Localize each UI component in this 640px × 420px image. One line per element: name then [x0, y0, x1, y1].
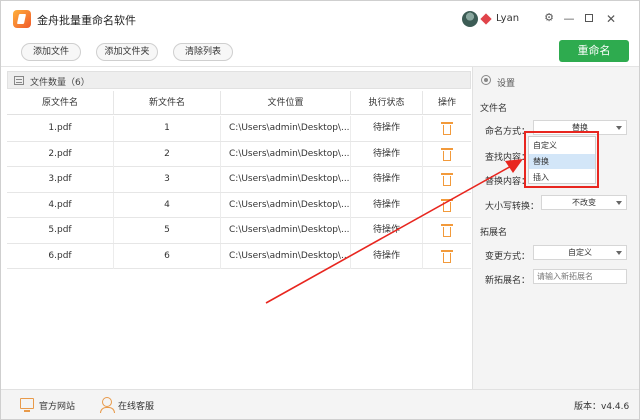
chevron-down-icon	[616, 126, 622, 130]
cell-status: 待操作	[351, 192, 423, 218]
cell-location: C:\Users\admin\Desktop\...	[221, 243, 351, 269]
title-bar: 金舟批量重命名软件 Lyan ⚙ — ✕	[1, 1, 639, 37]
online-service-link[interactable]: 在线客服	[118, 399, 154, 412]
file-list-header: 文件数量（6）	[7, 71, 471, 89]
settings-header: 设置	[473, 71, 640, 91]
username[interactable]: Lyan	[496, 13, 519, 24]
clear-list-button[interactable]: 清除列表	[173, 43, 233, 61]
settings-panel: 设置 文件名 命名方式： 替换 查找内容： 替换内容： 大小写转换： 不改变 拓…	[472, 67, 639, 389]
new-extension-input[interactable]	[533, 269, 627, 284]
trash-icon[interactable]	[441, 147, 453, 161]
trash-icon[interactable]	[441, 249, 453, 263]
cell-status: 待操作	[351, 243, 423, 269]
case-conversion-label: 大小写转换：	[485, 202, 540, 212]
table-header: 原文件名 新文件名 文件位置 执行状态 操作	[7, 91, 471, 115]
user-avatar[interactable]	[462, 11, 478, 27]
minimize-button[interactable]: —	[562, 12, 576, 25]
cell-location: C:\Users\admin\Desktop\...	[221, 116, 351, 141]
cell-action	[423, 167, 471, 192]
cell-original-name: 3.pdf	[7, 167, 114, 192]
cell-new-name: 1	[114, 116, 221, 141]
chevron-down-icon	[616, 251, 622, 255]
cell-original-name: 4.pdf	[7, 192, 114, 218]
change-method-value: 自定义	[568, 248, 592, 257]
cell-action	[423, 244, 471, 269]
cell-original-name: 5.pdf	[7, 218, 114, 243]
table-row[interactable]: 2.pdf 2 C:\Users\admin\Desktop\... 待操作	[7, 141, 471, 167]
status-bar: 官方网站 在线客服 版本：v4.4.6	[1, 389, 639, 419]
vip-icon	[480, 13, 492, 25]
table-row[interactable]: 5.pdf 5 C:\Users\admin\Desktop\... 待操作	[7, 218, 471, 244]
trash-icon[interactable]	[441, 122, 453, 135]
table-row[interactable]: 6.pdf 6 C:\Users\admin\Desktop\... 待操作	[7, 243, 471, 269]
file-count: 文件数量（6）	[30, 78, 90, 88]
rename-button[interactable]: 重命名	[559, 40, 629, 62]
trash-icon[interactable]	[441, 173, 453, 186]
column-new-name: 新文件名	[114, 91, 221, 115]
cell-action	[423, 218, 471, 243]
official-website-link[interactable]: 官方网站	[39, 399, 75, 412]
cell-new-name: 3	[114, 167, 221, 192]
column-status: 执行状态	[351, 91, 423, 115]
maximize-icon	[585, 14, 593, 22]
cell-location: C:\Users\admin\Desktop\...	[221, 192, 351, 218]
add-file-button[interactable]: 添加文件	[21, 43, 81, 61]
annotation-highlight-box	[524, 131, 599, 188]
file-list-panel: 文件数量（6） 原文件名 新文件名 文件位置 执行状态 操作 1.pdf 1 C…	[7, 71, 471, 389]
cell-original-name: 1.pdf	[7, 116, 114, 141]
website-icon	[20, 398, 34, 412]
settings-icon	[481, 75, 491, 85]
change-method-select[interactable]: 自定义	[533, 245, 627, 260]
cell-action	[423, 193, 471, 218]
cell-action	[423, 116, 471, 141]
table-row[interactable]: 1.pdf 1 C:\Users\admin\Desktop\... 待操作	[7, 116, 471, 142]
section-filename: 文件名	[480, 104, 508, 114]
cell-location: C:\Users\admin\Desktop\...	[221, 141, 351, 167]
trash-icon[interactable]	[441, 224, 453, 237]
version-label: 版本：v4.4.6	[574, 402, 630, 412]
chevron-down-icon	[616, 201, 622, 205]
table-row[interactable]: 4.pdf 4 C:\Users\admin\Desktop\... 待操作	[7, 192, 471, 218]
add-folder-button[interactable]: 添加文件夹	[96, 43, 158, 61]
case-conversion-select[interactable]: 不改变	[541, 195, 627, 210]
cell-original-name: 6.pdf	[7, 243, 114, 269]
column-action: 操作	[437, 98, 456, 108]
section-extension: 拓展名	[480, 228, 508, 238]
cell-status: 待操作	[351, 116, 423, 141]
app-title: 金舟批量重命名软件	[37, 14, 136, 27]
cell-new-name: 4	[114, 192, 221, 218]
maximize-button[interactable]	[582, 12, 596, 25]
cell-location: C:\Users\admin\Desktop\...	[221, 218, 351, 243]
app-window: 金舟批量重命名软件 Lyan ⚙ — ✕ 添加文件 添加文件夹 清除列表 重命名…	[0, 0, 640, 420]
case-conversion-value: 不改变	[572, 198, 596, 207]
cell-action	[423, 142, 471, 167]
toolbar: 添加文件 添加文件夹 清除列表 重命名	[1, 37, 639, 67]
cell-new-name: 6	[114, 243, 221, 269]
new-extension-label: 新拓展名：	[485, 276, 531, 286]
cell-status: 待操作	[351, 218, 423, 243]
cell-location: C:\Users\admin\Desktop\...	[221, 167, 351, 192]
cell-status: 待操作	[351, 141, 423, 167]
settings-gear-icon[interactable]: ⚙	[542, 11, 556, 24]
cell-new-name: 5	[114, 218, 221, 243]
trash-icon[interactable]	[441, 198, 453, 212]
settings-title: 设置	[497, 79, 516, 89]
cell-new-name: 2	[114, 141, 221, 167]
column-location: 文件位置	[221, 91, 351, 115]
table-row[interactable]: 3.pdf 3 C:\Users\admin\Desktop\... 待操作	[7, 167, 471, 193]
app-logo-icon	[13, 10, 31, 28]
cell-original-name: 2.pdf	[7, 141, 114, 167]
cell-status: 待操作	[351, 167, 423, 192]
close-button[interactable]: ✕	[604, 12, 618, 26]
customer-service-icon	[100, 397, 115, 413]
list-icon	[14, 76, 24, 85]
change-method-label: 变更方式：	[485, 252, 531, 262]
column-original-name: 原文件名	[7, 91, 114, 115]
